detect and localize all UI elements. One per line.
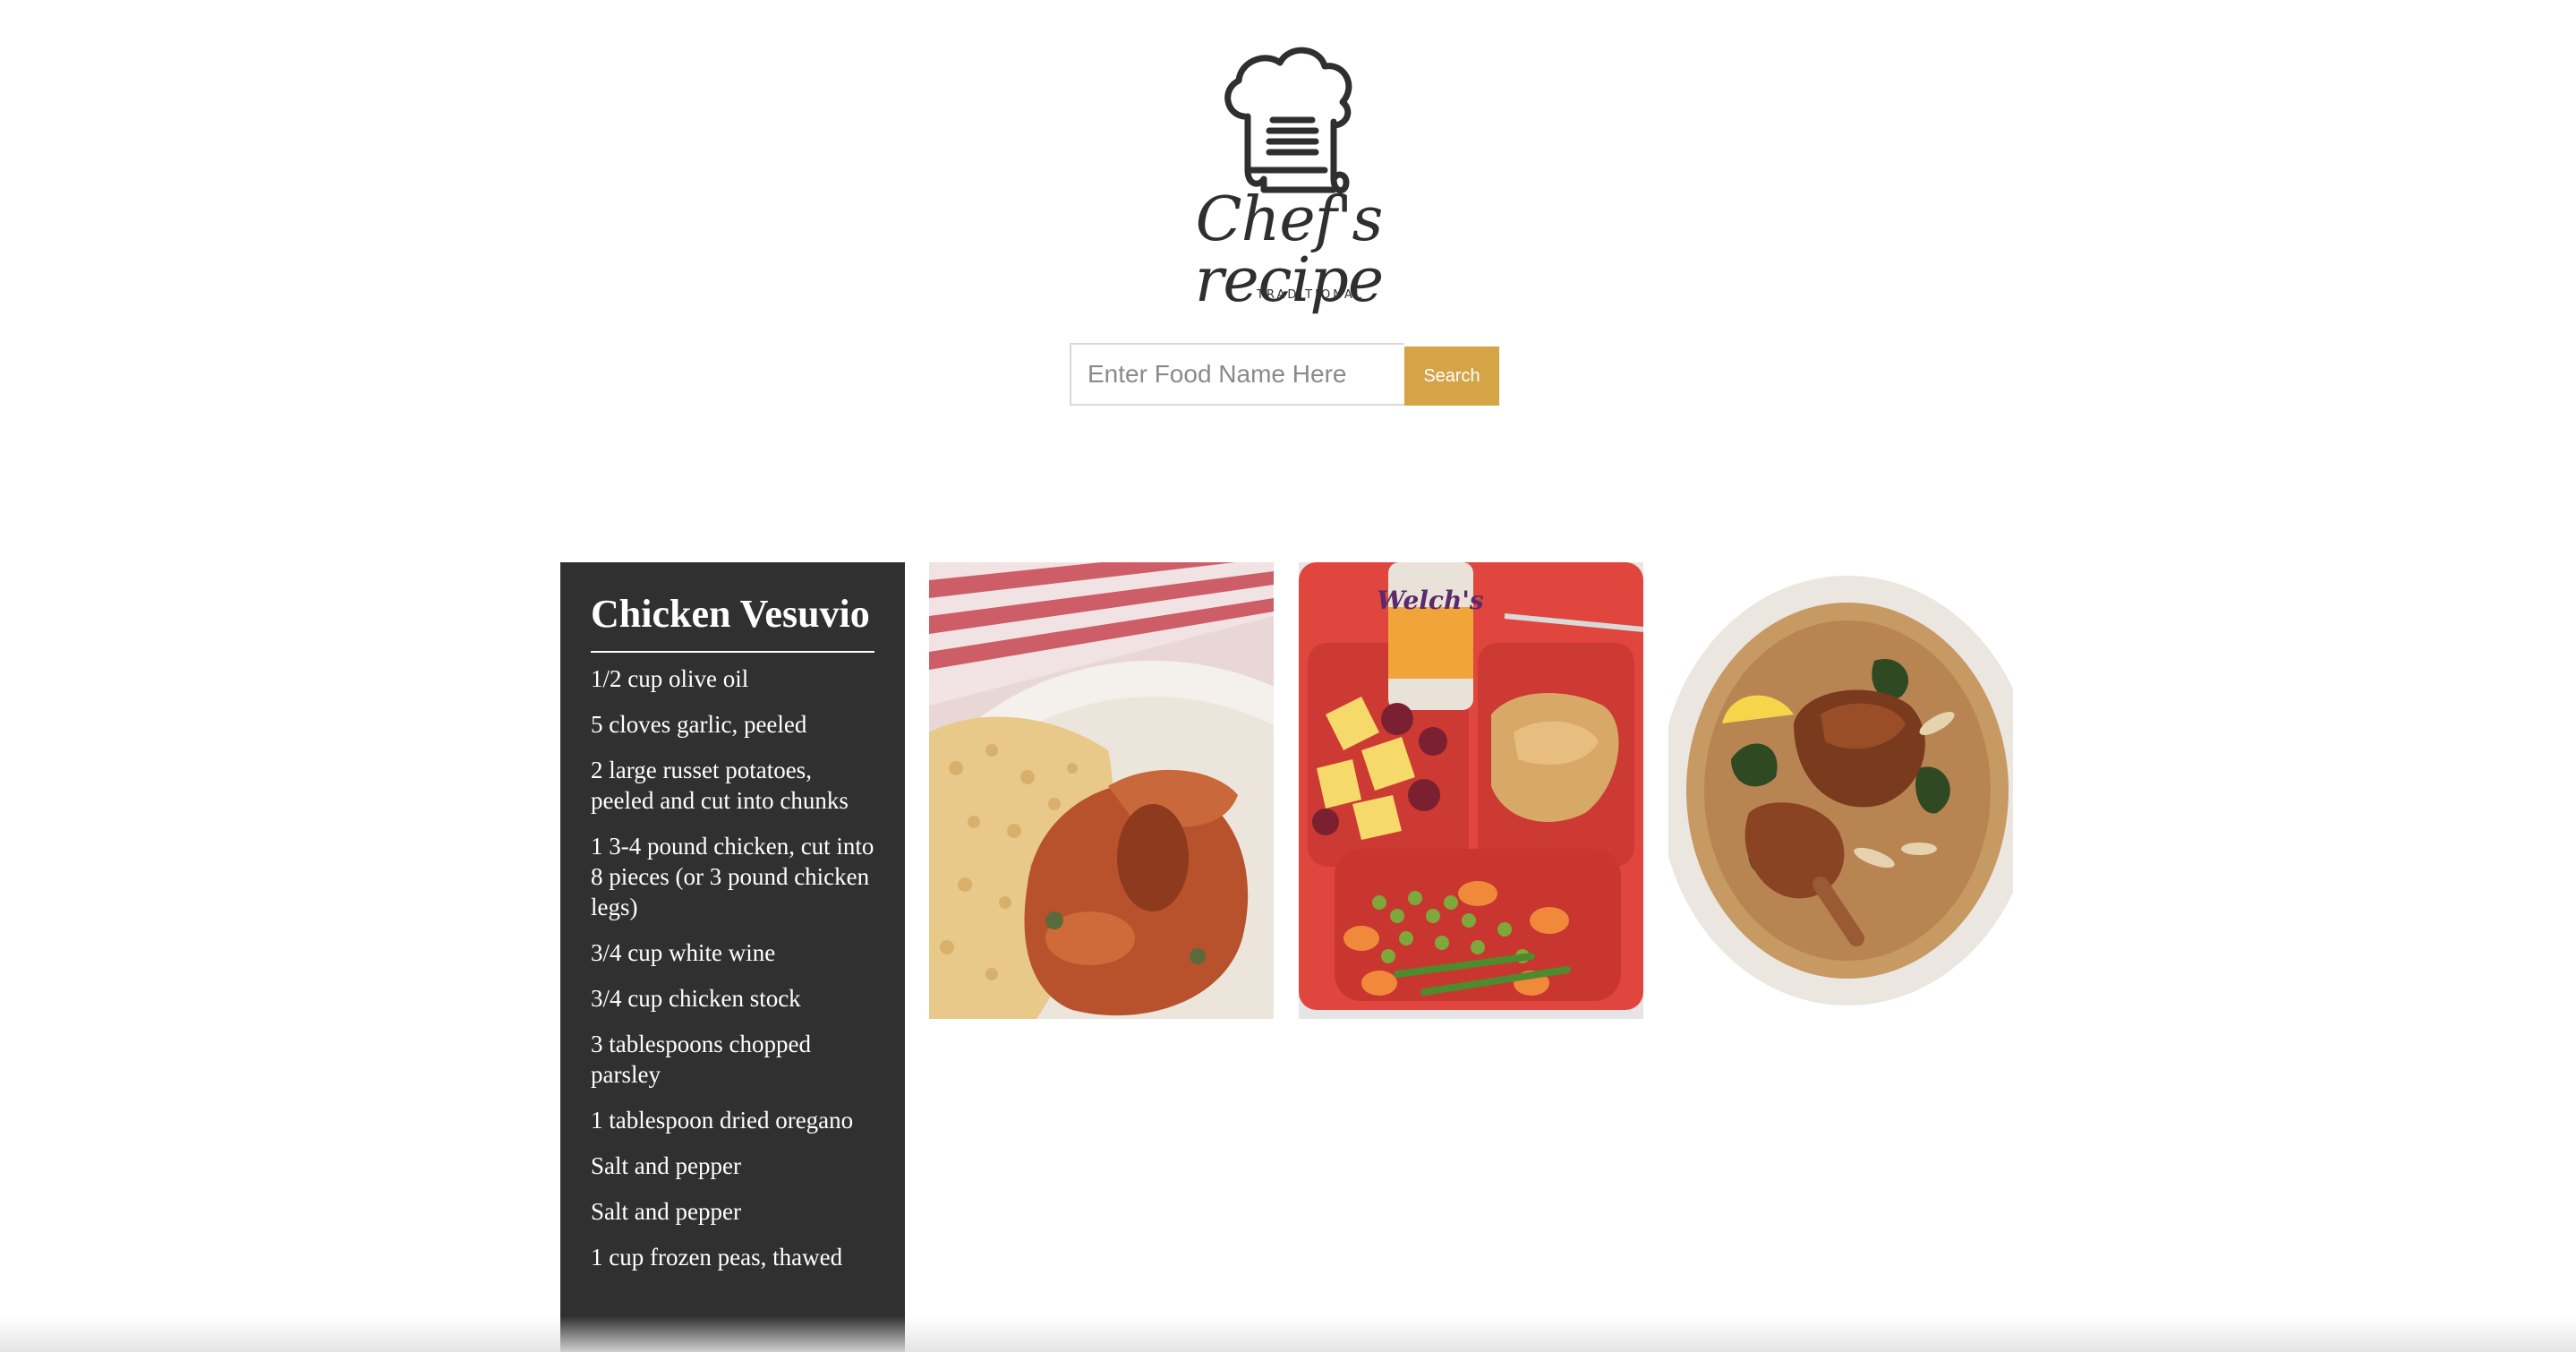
ingredient-item: 3/4 cup chicken stock bbox=[591, 984, 801, 1012]
search-button[interactable]: Search bbox=[1404, 347, 1499, 406]
ingredient-item: 3/4 cup white wine bbox=[591, 938, 776, 966]
ingredient-item: Salt and pepper bbox=[591, 1197, 741, 1225]
chicken-stew-with-rice-photo[interactable] bbox=[929, 562, 1274, 1019]
ingredient-item: 1 3-4 pound chicken, cut into 8 pieces (… bbox=[591, 832, 874, 920]
brand-tagline: TRADITIONAL bbox=[1257, 288, 1365, 302]
ingredient-item: 1 cup frozen peas, thawed bbox=[591, 1243, 843, 1271]
brand-logo[interactable]: Chef's recipe TRADITIONAL bbox=[1155, 36, 1423, 312]
braised-chicken-plate-photo[interactable] bbox=[1668, 562, 2013, 1019]
ingredient-item: 1 tablespoon dried oregano bbox=[591, 1106, 854, 1134]
recipe-title: Chicken Vesuvio bbox=[591, 591, 874, 653]
search-input[interactable] bbox=[1070, 343, 1404, 406]
search-form: Search bbox=[1070, 343, 1499, 409]
ingredient-item: 3 tablespoons chopped parsley bbox=[591, 1030, 811, 1088]
juice-can-label: Welch's bbox=[1377, 586, 1484, 615]
ingredient-item: 1/2 cup olive oil bbox=[591, 664, 749, 692]
ingredient-item: Salt and pepper bbox=[591, 1151, 741, 1179]
cafeteria-tray-meal-photo[interactable]: Welch's bbox=[1299, 562, 1643, 1019]
recipe-card: Chicken Vesuvio 1/2 cup olive oil 5 clov… bbox=[560, 562, 905, 1352]
window-bottom-shadow bbox=[0, 1316, 2576, 1352]
ingredient-list: 1/2 cup olive oil 5 cloves garlic, peele… bbox=[591, 663, 874, 1272]
page: Chef's recipe TRADITIONAL Search Chicken… bbox=[0, 0, 2576, 1352]
ingredient-item: 5 cloves garlic, peeled bbox=[591, 710, 807, 738]
ingredient-item: 2 large russet potatoes, peeled and cut … bbox=[591, 756, 849, 814]
